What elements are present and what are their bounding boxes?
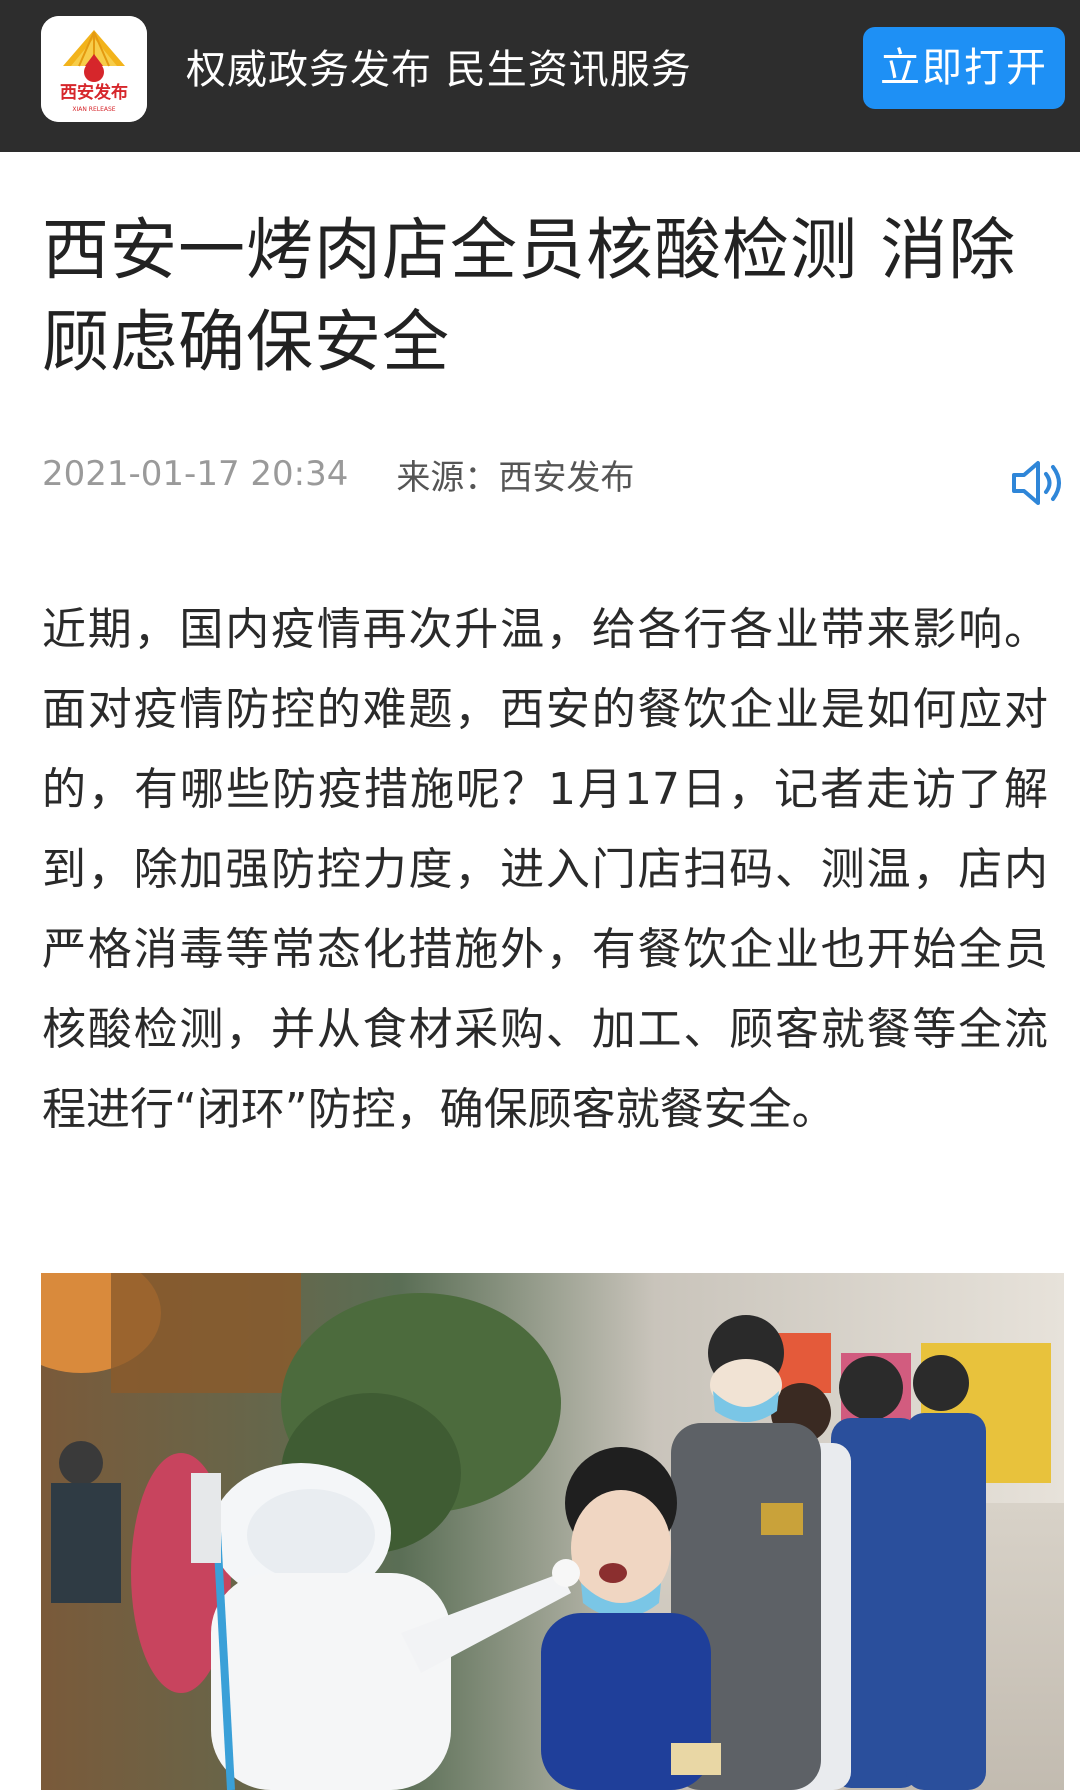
speaker-icon [1012,461,1061,505]
app-logo[interactable]: 西安发布 XIAN RELEASE [41,16,147,122]
article-photo [41,1273,1064,1790]
read-aloud-button[interactable] [1010,458,1066,508]
open-app-button[interactable]: 立即打开 [863,27,1065,109]
banner-slogan: 权威政务发布 民生资讯服务 [186,47,692,93]
xian-release-logo-icon: 西安发布 XIAN RELEASE [41,16,147,122]
article-title: 西安一烤肉店全员核酸检测 消除顾虑确保安全 [42,211,1017,381]
article-paragraph: 近期，国内疫情再次升温，给各行各业带来影响。面对疫情防控的难题，西安的餐饮企业是… [42,604,1048,1135]
svg-text:西安发布: 西安发布 [60,82,128,103]
article-source: 来源：西安发布 [396,457,635,498]
publish-date: 2021-01-17 20:34 [42,454,349,494]
svg-text:XIAN RELEASE: XIAN RELEASE [72,106,115,113]
app-download-banner: 西安发布 XIAN RELEASE 权威政务发布 民生资讯服务 立即打开 [0,0,1080,152]
article-meta: 2021-01-17 20:34 来源：西安发布 [42,449,634,499]
nucleic-acid-test-photo [41,1273,1064,1790]
